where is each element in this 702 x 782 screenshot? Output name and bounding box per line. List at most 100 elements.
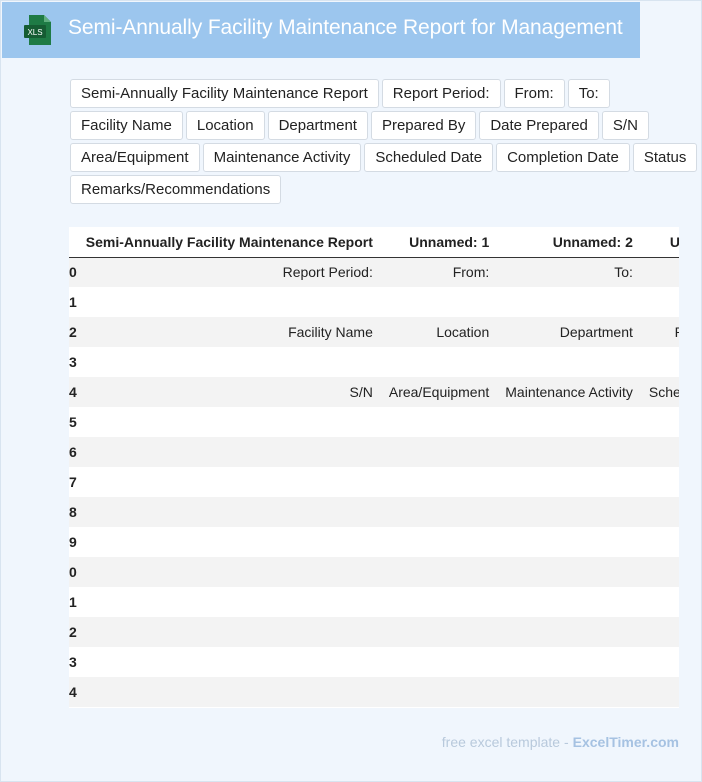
footer-brand-link[interactable]: ExcelTimer.com (573, 734, 679, 750)
row-index: 7 (69, 467, 78, 497)
table-cell (497, 557, 641, 587)
table-cell (640, 617, 679, 647)
column-chip[interactable]: Area/Equipment (70, 143, 200, 172)
table-cell (640, 257, 679, 287)
table-cell (77, 527, 381, 557)
table-row: 1 (69, 287, 679, 317)
excel-file-icon-label: XLS (27, 28, 42, 37)
table-cell (497, 467, 641, 497)
table-cell (640, 677, 679, 707)
table-row: 8 (69, 497, 679, 527)
column-chip[interactable]: Date Prepared (479, 111, 599, 140)
excel-file-icon: XLS (24, 15, 52, 45)
table-cell (77, 677, 381, 707)
row-index: 1 (69, 587, 78, 617)
row-index: 9 (69, 527, 78, 557)
table-cell (380, 557, 498, 587)
row-index: 2 (69, 317, 78, 347)
row-index: 0 (69, 257, 78, 287)
table-cell: Area/Equipment (380, 377, 498, 407)
table-cell (380, 527, 498, 557)
table-cell (77, 587, 381, 617)
table-cell (77, 287, 381, 317)
column-chip[interactable]: S/N (601, 111, 649, 140)
table-row: 0 Report Period: From: To: (69, 257, 679, 287)
table-cell (640, 437, 679, 467)
table-cell (497, 407, 641, 437)
table-header-row: Semi-Annually Facility Maintenance Repor… (69, 227, 679, 258)
table-cell (77, 497, 381, 527)
column-chip[interactable]: Maintenance Activity (202, 143, 362, 172)
table-cell (497, 497, 641, 527)
table-cell (77, 467, 381, 497)
index-header (69, 227, 78, 258)
column-chip[interactable]: Department (267, 111, 368, 140)
table-cell: Facility Name (77, 317, 381, 347)
column-chip[interactable]: Scheduled Date (364, 143, 494, 172)
column-chip[interactable]: Facility Name (70, 111, 183, 140)
column-header: Unnamed: 1 (380, 227, 498, 258)
table-cell: Location (380, 317, 498, 347)
table-cell: Department (497, 317, 641, 347)
table-cell (77, 557, 381, 587)
footer-credit: free excel template - ExcelTimer.com (442, 734, 679, 750)
table-cell (380, 437, 498, 467)
table-cell (380, 407, 498, 437)
table-row: 7 (69, 467, 679, 497)
table-row: 0 (69, 557, 679, 587)
data-table-viewport[interactable]: Semi-Annually Facility Maintenance Repor… (69, 227, 679, 708)
table-row: 4 S/N Area/Equipment Maintenance Activity Sc… (69, 377, 679, 407)
column-chip[interactable]: Report Period: (381, 79, 501, 108)
column-chip[interactable]: Status (632, 143, 698, 172)
title-banner: XLS Semi-Annually Facility Maintenance R… (2, 2, 640, 58)
table-cell (497, 287, 641, 317)
row-index: 1 (69, 287, 78, 317)
table-cell (497, 347, 641, 377)
column-chip-list: Semi-Annually Facility Maintenance Repor… (70, 79, 700, 204)
table-cell (77, 407, 381, 437)
column-header: Unnamed: 2 (497, 227, 641, 258)
table-row: 3 (69, 647, 679, 677)
row-index: 3 (69, 347, 78, 377)
table-cell (77, 437, 381, 467)
table-cell (380, 587, 498, 617)
table-cell (640, 497, 679, 527)
row-index: 8 (69, 497, 78, 527)
table-body: 0 Report Period: From: To: 1 2 Facility Name Lo… (69, 257, 679, 707)
table-cell (640, 407, 679, 437)
table-cell: Report Period: (77, 257, 381, 287)
table-cell (380, 347, 498, 377)
column-chip[interactable]: Semi-Annually Facility Maintenance Repor… (70, 79, 379, 108)
column-chip[interactable]: To: (567, 79, 610, 108)
column-chip[interactable]: Completion Date (496, 143, 630, 172)
table-cell: From: (380, 257, 498, 287)
table-cell: To: (497, 257, 641, 287)
table-cell (640, 467, 679, 497)
table-cell (497, 587, 641, 617)
table-row: 2 (69, 617, 679, 647)
table-cell (497, 437, 641, 467)
table-cell (380, 677, 498, 707)
table-cell (380, 287, 498, 317)
table-cell (77, 647, 381, 677)
row-index: 4 (69, 377, 78, 407)
table-cell (640, 587, 679, 617)
table-cell (497, 617, 641, 647)
row-index: 2 (69, 617, 78, 647)
footer-text: free excel template - (441, 734, 569, 750)
column-chip[interactable]: Location (185, 111, 265, 140)
column-chip[interactable]: Remarks/Recommendations (70, 175, 282, 204)
table-cell (380, 647, 498, 677)
table-cell (640, 527, 679, 557)
row-index: 4 (69, 677, 78, 707)
table-cell (497, 527, 641, 557)
table-row: 4 (69, 677, 679, 707)
table-row: 9 (69, 527, 679, 557)
page-title: Semi-Annually Facility Maintenance Repor… (68, 16, 623, 39)
table-cell: Pr (640, 317, 679, 347)
table-row: 3 (69, 347, 679, 377)
column-chip[interactable]: Prepared By (370, 111, 477, 140)
table-cell (640, 647, 679, 677)
column-chip[interactable]: From: (503, 79, 565, 108)
column-header: Semi-Annually Facility Maintenance Repor… (77, 227, 381, 258)
